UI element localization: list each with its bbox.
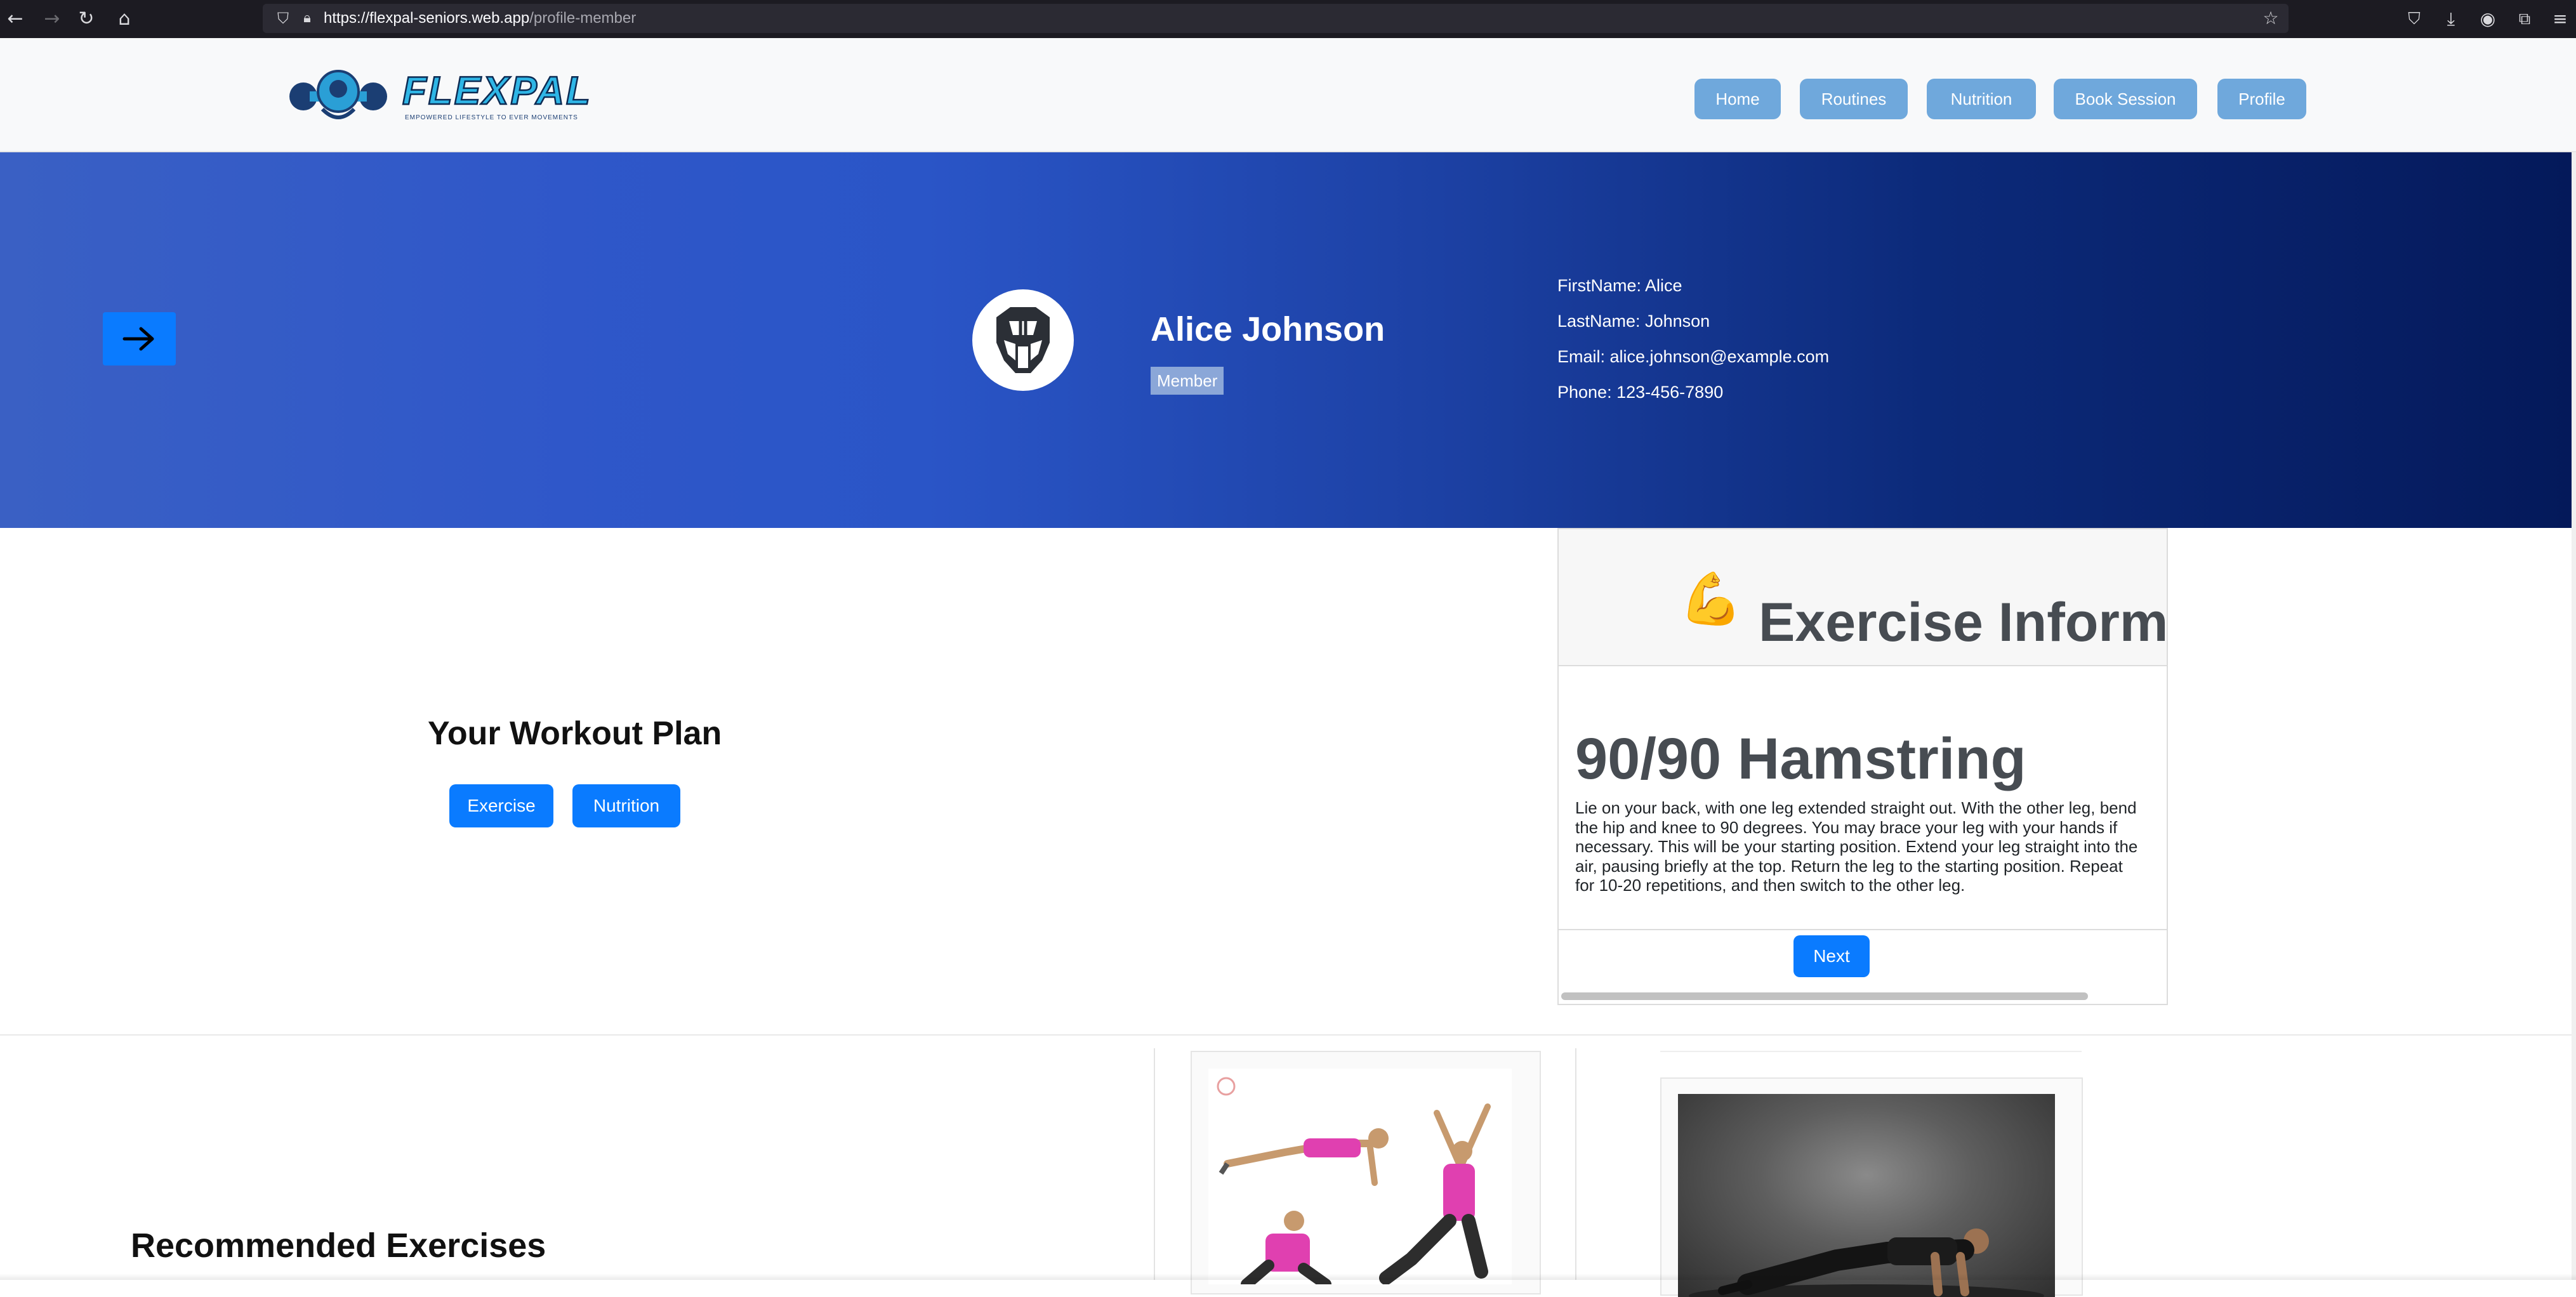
site-navbar: FLEXPAL EMPOWERED LIFESTYLE TO EVER MOVE… [0, 38, 2576, 152]
back-icon[interactable]: ← [0, 0, 30, 38]
profile-hero: Alice Johnson Member FirstName: Alice La… [0, 152, 2572, 528]
exercise-card-header: 💪 Exercise Informat [1559, 529, 2167, 666]
pocket-icon[interactable]: ⛉ [2399, 0, 2429, 38]
section-divider [0, 1034, 2572, 1036]
exercise-name: 90/90 Hamstring [1575, 727, 2026, 791]
exercise-info-card: 💪 Exercise Informat 90/90 Hamstring Lie … [1557, 528, 2168, 1005]
robot-helmet-icon [996, 307, 1050, 373]
flexed-biceps-icon: 💪 [1679, 570, 1743, 627]
phone-line: Phone: 123-456-7890 [1557, 383, 1724, 402]
account-icon[interactable]: ◉ [2473, 0, 2503, 38]
profile-name: Alice Johnson [1151, 310, 1385, 348]
nutrition-button[interactable]: Nutrition [572, 784, 680, 827]
burpee-illustration [1217, 1077, 1491, 1284]
workout-plan-title: Your Workout Plan [428, 715, 722, 752]
plank-illustration [1689, 1228, 2044, 1297]
horizontal-scrollbar[interactable] [1561, 992, 2088, 1000]
first-name-line: FirstName: Alice [1557, 276, 1682, 295]
browser-toolbar: ← → ↻ ⌂ ⛉ 🔒︎ https://flexpal-seniors.web… [0, 0, 2576, 38]
home-icon[interactable]: ⌂ [109, 0, 140, 38]
nav-routines-button[interactable]: Routines [1800, 79, 1908, 119]
column-divider [1575, 1048, 1576, 1280]
menu-icon[interactable]: ≡ [2545, 0, 2575, 38]
url-path: /profile-member [529, 10, 637, 27]
nav-home-button[interactable]: Home [1694, 79, 1781, 119]
next-exercise-button[interactable]: Next [1793, 935, 1870, 977]
logo-image: FLEXPAL EMPOWERED LIFESTYLE TO EVER MOVE… [289, 69, 592, 121]
avatar [972, 289, 1074, 391]
nav-nutrition-button[interactable]: Nutrition [1927, 79, 2036, 119]
sidebar-toggle-button[interactable] [103, 312, 176, 365]
download-icon[interactable]: ⤓ [2436, 0, 2466, 38]
forward-icon[interactable]: → [37, 0, 67, 38]
recommended-exercise-card[interactable] [1660, 1077, 2083, 1297]
nav-book-session-button[interactable]: Book Session [2054, 79, 2197, 119]
recommended-exercises-title: Recommended Exercises [131, 1227, 546, 1265]
bottom-fade [0, 1274, 2576, 1280]
address-bar[interactable]: ⛉ 🔒︎ https://flexpal-seniors.web.app/pro… [263, 4, 2289, 33]
email-line: Email: alice.johnson@example.com [1557, 347, 1830, 366]
lock-icon[interactable]: 🔒︎ [292, 0, 322, 37]
recommended-exercise-card[interactable] [1191, 1051, 1541, 1294]
last-name-line: LastName: Johnson [1557, 312, 1710, 331]
role-badge: Member [1151, 367, 1224, 395]
exercise-card-title: Exercise Informat [1759, 592, 2167, 653]
extensions-icon[interactable]: ⧉ [2509, 0, 2540, 38]
reload-icon[interactable]: ↻ [71, 0, 102, 38]
arrow-right-icon [122, 327, 154, 351]
exercise-photo-burpee [1208, 1069, 1512, 1284]
exercise-card-footer: Next [1559, 929, 2167, 987]
page-scrollbar-track[interactable] [2572, 152, 2576, 1280]
nav-profile-button[interactable]: Profile [2217, 79, 2306, 119]
flexpal-logo[interactable]: FLEXPAL EMPOWERED LIFESTYLE TO EVER MOVE… [284, 65, 618, 128]
logo-wordmark: FLEXPAL [402, 69, 592, 113]
exercise-photo-plank [1678, 1094, 2055, 1297]
exercise-description: Lie on your back, with one leg extended … [1575, 798, 2138, 895]
exercise-button[interactable]: Exercise [449, 784, 553, 827]
column-divider [1154, 1048, 1155, 1280]
logo-tagline: EMPOWERED LIFESTYLE TO EVER MOVEMENTS [405, 114, 578, 121]
url-host: https://flexpal-seniors.web.app [324, 10, 530, 27]
url-text[interactable]: https://flexpal-seniors.web.app/profile-… [324, 4, 636, 33]
bookmark-star-icon[interactable]: ☆ [2256, 0, 2286, 37]
